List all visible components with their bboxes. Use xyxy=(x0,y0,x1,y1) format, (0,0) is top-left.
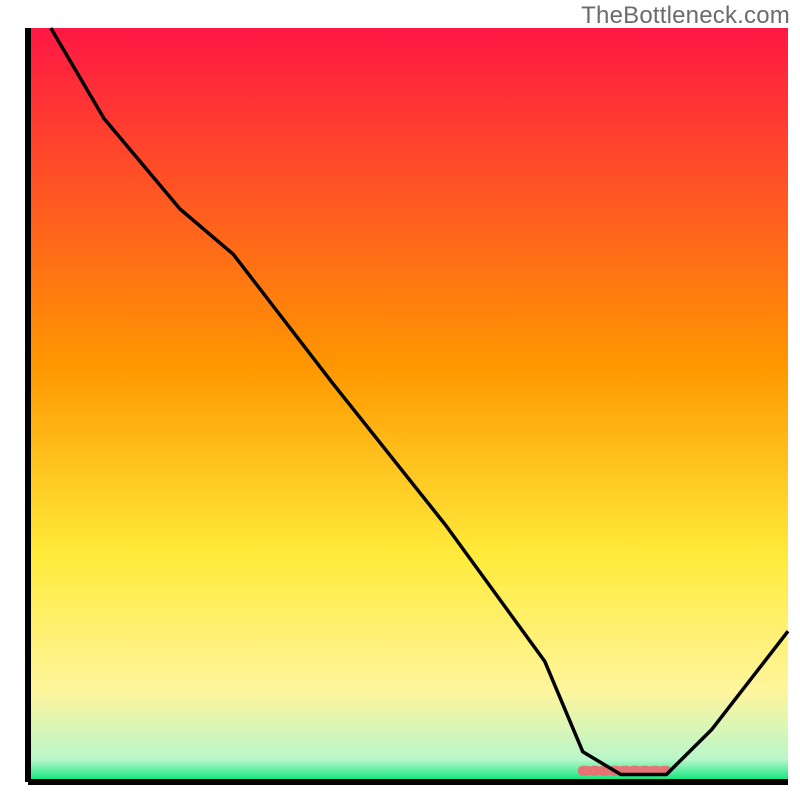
plot-background xyxy=(28,28,788,782)
bottleneck-chart xyxy=(0,0,800,800)
watermark-label: TheBottleneck.com xyxy=(581,2,790,30)
chart-container: { "watermark": "TheBottleneck.com", "cha… xyxy=(0,0,800,800)
